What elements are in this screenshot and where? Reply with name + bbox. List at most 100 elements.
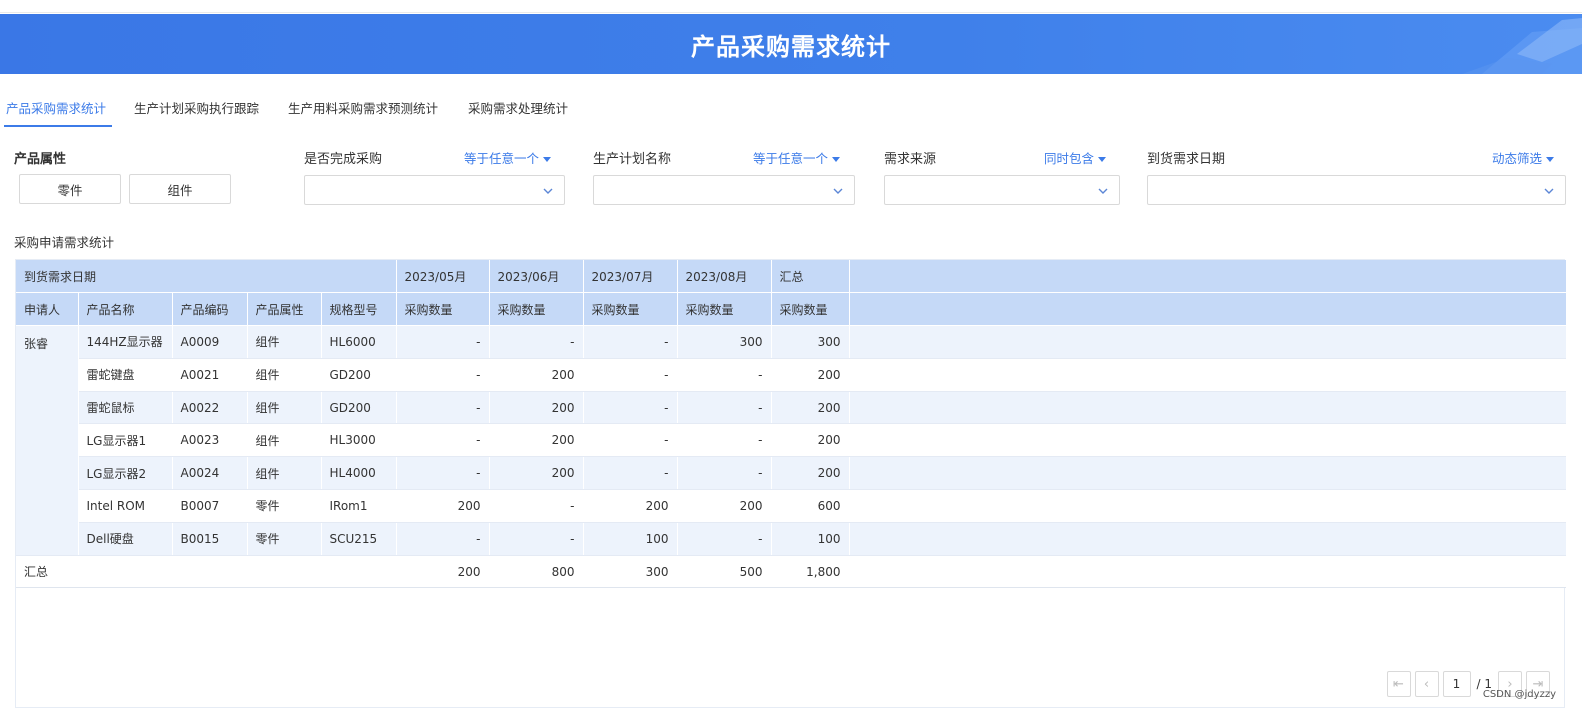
applicant-cell: 张睿 [16, 325, 79, 556]
plan-name-select[interactable] [593, 175, 855, 205]
product-attr-cell: 组件 [247, 423, 322, 458]
purchase-done-operator[interactable]: 等于任意一个 [464, 148, 552, 167]
month-header: 2023/06月 [489, 260, 584, 294]
corner-header: 到货需求日期 [16, 260, 397, 294]
page-number-input[interactable]: 1 [1442, 671, 1471, 697]
table-row: 张睿 144HZ显示器 A0009 组件 HL6000- - -300 300 [16, 325, 1566, 556]
demand-source-label: 需求来源 [884, 152, 937, 167]
quantity-cell: 200 [489, 456, 584, 491]
product-name-cell: LG显示器1 [78, 423, 173, 458]
quantity-cell: - [583, 456, 678, 491]
quantity-cell: 200 [677, 489, 772, 523]
purchase-done-select[interactable] [304, 175, 565, 205]
month-header: 2023/07月 [583, 260, 678, 294]
total-cell: 300 [583, 555, 678, 589]
product-code-cell: B0007 [172, 489, 248, 523]
quantity-cell: - [396, 358, 490, 392]
quantity-cell: - [583, 391, 678, 425]
measure-header: 采购数量 [771, 292, 850, 327]
table-row: Dell硬盘 B0015 零件 SCU215- -100-100 [16, 522, 1566, 556]
spec-cell: HL3000 [321, 423, 397, 458]
quantity-cell: - [677, 522, 772, 556]
tab-bar: 产品采购需求统计 生产计划采购执行跟踪 生产用料采购需求预测统计 采购需求处理统… [0, 88, 1582, 128]
measure-header: 采购数量 [583, 292, 678, 327]
table-row: 雷蛇键盘 A0021 组件 GD200-200- -200 [16, 358, 1566, 392]
product-attr-cell: 组件 [247, 456, 322, 491]
quantity-cell: 200 [396, 489, 490, 523]
measure-header: 采购数量 [396, 292, 490, 327]
purchase-done-label: 是否完成采购 [304, 152, 383, 167]
quantity-cell: - [677, 423, 772, 458]
top-strip [0, 0, 1582, 13]
row-filler [849, 522, 1566, 556]
product-attr-cell: 组件 [247, 325, 322, 359]
row-sum-cell: 200 [771, 391, 850, 425]
sum-header: 汇总 [771, 260, 850, 294]
purchase-done-operator-text: 等于任意一个 [464, 151, 540, 166]
spec-cell: SCU215 [321, 522, 397, 556]
demand-source-select[interactable] [884, 175, 1120, 205]
row-sum-cell: 200 [771, 358, 850, 392]
first-page-button[interactable]: ⇤ [1386, 671, 1411, 697]
chevron-down-icon [833, 188, 843, 194]
product-code-cell: A0023 [172, 423, 248, 458]
tab-plan-tracking[interactable]: 生产计划采购执行跟踪 [134, 98, 259, 117]
measure-header: 采购数量 [489, 292, 584, 327]
row-sum-cell: 300 [771, 325, 850, 359]
quantity-cell: - [396, 325, 490, 359]
table-row: Intel ROM B0007 零件 IRom1 200-200 200 600 [16, 489, 1566, 523]
product-attr-label: 产品属性 [14, 152, 67, 167]
quantity-cell: 100 [583, 522, 678, 556]
plan-name-operator-text: 等于任意一个 [753, 151, 829, 166]
caret-down-icon [543, 157, 552, 162]
plan-name-label: 生产计划名称 [593, 152, 672, 167]
quantity-cell: 200 [489, 358, 584, 392]
product-code-cell: A0009 [172, 325, 248, 359]
column-header: 规格型号 [321, 292, 397, 327]
spec-cell: GD200 [321, 391, 397, 425]
total-row: 汇总 200 800 300 500 1,800 [16, 555, 1566, 589]
total-label: 汇总 [16, 555, 397, 589]
total-cell: 500 [677, 555, 772, 589]
spec-cell: HL6000 [321, 325, 397, 359]
product-attr-option-part[interactable]: 零件 [19, 174, 121, 204]
total-cell: 800 [489, 555, 584, 589]
total-cell: 200 [396, 555, 490, 589]
banner-decoration [1462, 18, 1582, 74]
demand-source-operator[interactable]: 同时包含 [1044, 148, 1107, 167]
measure-header: 采购数量 [677, 292, 772, 327]
product-name-cell: LG显示器2 [78, 456, 173, 491]
table-row: LG显示器2 A0024 组件 HL4000-200- -200 [16, 456, 1566, 491]
active-tab-indicator [4, 125, 112, 127]
quantity-cell: - [583, 358, 678, 392]
column-header: 产品编码 [172, 292, 248, 327]
page-title: 产品采购需求统计 [691, 33, 891, 61]
arrival-date-label: 到货需求日期 [1147, 152, 1226, 167]
row-filler [849, 358, 1566, 392]
product-code-cell: A0024 [172, 456, 248, 491]
quantity-cell: - [677, 456, 772, 491]
table-row: LG显示器1 A0023 组件 HL3000-200- -200 [16, 423, 1566, 458]
arrival-date-operator[interactable]: 动态筛选 [1492, 148, 1555, 167]
row-filler [849, 423, 1566, 458]
column-header: 产品名称 [78, 292, 173, 327]
row-filler [849, 555, 1566, 589]
report-table: 到货需求日期 2023/05月 2023/06月 2023/07月 2023/0… [16, 260, 1567, 589]
arrival-date-select[interactable] [1147, 175, 1566, 205]
prev-page-button[interactable]: ‹ [1414, 671, 1439, 697]
plan-name-operator[interactable]: 等于任意一个 [753, 148, 841, 167]
product-code-cell: B0015 [172, 522, 248, 556]
quantity-cell: - [677, 391, 772, 425]
tab-material-forecast[interactable]: 生产用料采购需求预测统计 [288, 98, 438, 117]
tab-product-demand[interactable]: 产品采购需求统计 [6, 98, 106, 117]
watermark: CSDN @jdyzzy [1482, 689, 1556, 700]
quantity-cell: - [396, 423, 490, 458]
table-row: 雷蛇鼠标 A0022 组件 GD200-200- -200 [16, 391, 1566, 425]
row-filler [849, 325, 1566, 359]
caret-down-icon [1098, 157, 1107, 162]
quantity-cell: - [396, 456, 490, 491]
tab-processing-stats[interactable]: 采购需求处理统计 [468, 98, 568, 117]
quantity-cell: - [396, 522, 490, 556]
product-attr-option-component[interactable]: 组件 [129, 174, 231, 204]
product-attr-cell: 组件 [247, 391, 322, 425]
